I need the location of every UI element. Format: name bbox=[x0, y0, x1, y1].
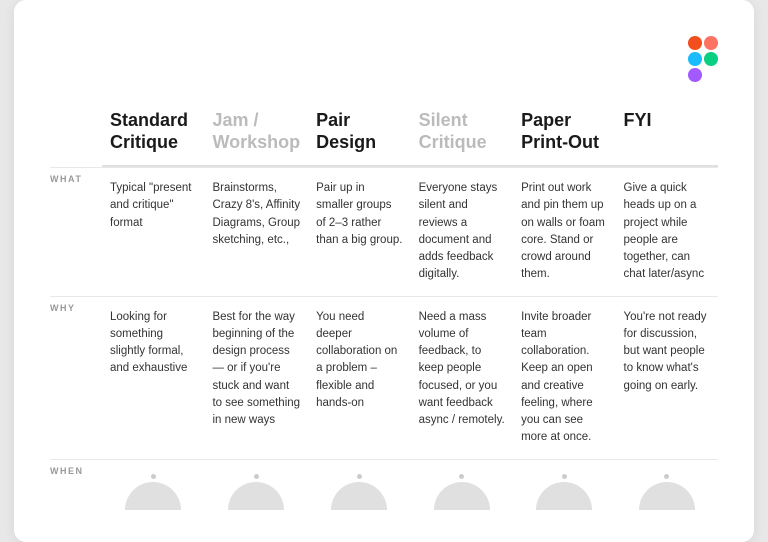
col-header-line2-1: Workshop bbox=[212, 132, 300, 152]
col-header-line2-4: Print-Out bbox=[521, 132, 599, 152]
why-cell-0: Looking for something slightly formal, a… bbox=[102, 297, 204, 459]
dot-indicator-5 bbox=[664, 474, 669, 479]
why-cell-5: You're not ready for discussion, but wan… bbox=[616, 297, 718, 459]
card-header bbox=[50, 32, 718, 82]
when-cell-4 bbox=[513, 460, 615, 518]
dot-indicator-1 bbox=[254, 474, 259, 479]
col-header-line1-5: FYI bbox=[624, 110, 652, 130]
semicircle-0 bbox=[125, 482, 181, 510]
figma-logo bbox=[688, 36, 718, 82]
semicircle-wrap-2 bbox=[331, 474, 387, 510]
why-cell-4: Invite broader team collaboration. Keep … bbox=[513, 297, 615, 459]
figma-dot-5 bbox=[688, 68, 702, 82]
col-header-1: Jam /Workshop bbox=[204, 110, 308, 167]
col-header-line1-4: Paper bbox=[521, 110, 571, 130]
col-header-5: FYI bbox=[616, 110, 718, 167]
semicircle-1 bbox=[228, 482, 284, 510]
when-cell-2 bbox=[308, 460, 410, 518]
figma-dot-3 bbox=[688, 52, 702, 66]
figma-dot-4 bbox=[704, 52, 718, 66]
header-spacer bbox=[50, 110, 102, 167]
what-label-cell: WHAT bbox=[50, 168, 102, 296]
table-grid: StandardCritiqueJam /WorkshopPairDesignS… bbox=[50, 110, 718, 518]
why-cell-3: Need a mass volume of feedback, to keep … bbox=[411, 297, 513, 459]
when-label-cell: WHEN bbox=[50, 460, 102, 518]
semicircle-5 bbox=[639, 482, 695, 510]
col-header-0: StandardCritique bbox=[102, 110, 204, 167]
what-row-label: WHAT bbox=[50, 174, 82, 184]
dot-indicator-4 bbox=[562, 474, 567, 479]
why-row-label: WHY bbox=[50, 303, 76, 313]
what-cell-2: Pair up in smaller groups of 2–3 rather … bbox=[308, 168, 410, 296]
figma-dot-2 bbox=[704, 36, 718, 50]
when-cell-3 bbox=[411, 460, 513, 518]
what-cell-3: Everyone stays silent and reviews a docu… bbox=[411, 168, 513, 296]
comparison-table: StandardCritiqueJam /WorkshopPairDesignS… bbox=[50, 110, 718, 518]
col-header-3: SilentCritique bbox=[411, 110, 513, 167]
dot-indicator-3 bbox=[459, 474, 464, 479]
semicircle-wrap-0 bbox=[125, 474, 181, 510]
dot-indicator-2 bbox=[357, 474, 362, 479]
when-cell-0 bbox=[102, 460, 204, 518]
col-header-line1-2: Pair bbox=[316, 110, 350, 130]
main-card: StandardCritiqueJam /WorkshopPairDesignS… bbox=[14, 0, 754, 542]
dot-indicator-0 bbox=[151, 474, 156, 479]
when-row-label: WHEN bbox=[50, 466, 84, 476]
col-header-line1-0: Standard bbox=[110, 110, 188, 130]
why-label-cell: WHY bbox=[50, 297, 102, 459]
semicircle-4 bbox=[536, 482, 592, 510]
figma-dot-1 bbox=[688, 36, 702, 50]
what-cell-5: Give a quick heads up on a project while… bbox=[616, 168, 718, 296]
semicircle-2 bbox=[331, 482, 387, 510]
semicircle-wrap-4 bbox=[536, 474, 592, 510]
when-cell-5 bbox=[616, 460, 718, 518]
col-header-line2-0: Critique bbox=[110, 132, 178, 152]
what-cell-1: Brainstorms, Crazy 8's, Affinity Diagram… bbox=[204, 168, 308, 296]
what-cell-0: Typical "present and critique" format bbox=[102, 168, 204, 296]
when-cell-1 bbox=[204, 460, 308, 518]
what-cell-4: Print out work and pin them up on walls … bbox=[513, 168, 615, 296]
col-header-line2-3: Critique bbox=[419, 132, 487, 152]
col-header-4: PaperPrint-Out bbox=[513, 110, 615, 167]
semicircle-3 bbox=[434, 482, 490, 510]
col-header-line1-1: Jam / bbox=[212, 110, 258, 130]
semicircle-wrap-5 bbox=[639, 474, 695, 510]
semicircle-wrap-1 bbox=[228, 474, 284, 510]
why-cell-2: You need deeper collaboration on a probl… bbox=[308, 297, 410, 459]
why-cell-1: Best for the way beginning of the design… bbox=[204, 297, 308, 459]
col-header-line1-3: Silent bbox=[419, 110, 468, 130]
col-header-2: PairDesign bbox=[308, 110, 410, 167]
col-header-line2-2: Design bbox=[316, 132, 376, 152]
semicircle-wrap-3 bbox=[434, 474, 490, 510]
